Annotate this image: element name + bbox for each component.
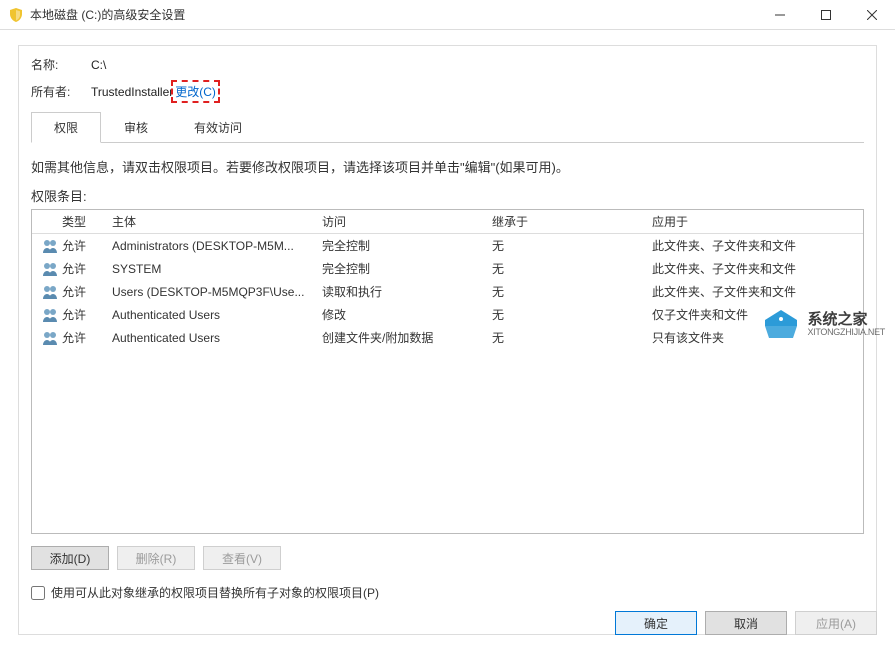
cell-applies-to: 此文件夹、子文件夹和文件 <box>652 260 857 277</box>
replace-child-permissions-checkbox[interactable]: 使用可从此对象继承的权限项目替换所有子对象的权限项目(P) <box>31 584 864 601</box>
tab-effective-access[interactable]: 有效访问 <box>171 112 265 142</box>
permission-entries-list[interactable]: 类型 主体 访问 继承于 应用于 允许Administrators (DESKT… <box>31 209 864 534</box>
add-button[interactable]: 添加(D) <box>31 546 109 570</box>
tab-auditing[interactable]: 审核 <box>101 112 171 142</box>
info-text: 如需其他信息，请双击权限项目。若要修改权限项目，请选择该项目并单击"编辑"(如果… <box>31 157 864 176</box>
cell-principal: Authenticated Users <box>112 308 322 322</box>
name-label: 名称: <box>31 56 91 73</box>
change-owner-link[interactable]: 更改(C) <box>175 83 216 100</box>
maximize-button[interactable] <box>803 0 849 29</box>
table-row[interactable]: 允许Users (DESKTOP-M5MQP3F\Use...读取和执行无此文件… <box>32 280 863 303</box>
cell-principal: SYSTEM <box>112 262 322 276</box>
cell-type: 允许 <box>62 329 112 346</box>
col-inherited-from[interactable]: 继承于 <box>492 213 652 230</box>
cell-access: 修改 <box>322 306 492 323</box>
cell-type: 允许 <box>62 260 112 277</box>
cell-type: 允许 <box>62 306 112 323</box>
window-title: 本地磁盘 (C:)的高级安全设置 <box>30 6 757 23</box>
cell-access: 完全控制 <box>322 260 492 277</box>
cell-type: 允许 <box>62 283 112 300</box>
titlebar: 本地磁盘 (C:)的高级安全设置 <box>0 0 895 30</box>
tab-bar: 权限 审核 有效访问 <box>31 112 864 143</box>
permission-entries-label: 权限条目: <box>31 186 864 205</box>
col-applies-to[interactable]: 应用于 <box>652 213 857 230</box>
table-row[interactable]: 允许Authenticated Users修改无仅子文件夹和文件 <box>32 303 863 326</box>
col-principal[interactable]: 主体 <box>112 213 322 230</box>
cell-access: 读取和执行 <box>322 283 492 300</box>
remove-button: 删除(R) <box>117 546 195 570</box>
view-button: 查看(V) <box>203 546 281 570</box>
cell-inherited-from: 无 <box>492 237 652 254</box>
owner-value: TrustedInstaller <box>91 85 173 99</box>
cell-type: 允许 <box>62 237 112 254</box>
tab-permissions[interactable]: 权限 <box>31 112 101 143</box>
cancel-button[interactable]: 取消 <box>705 611 787 635</box>
replace-child-permissions-input[interactable] <box>31 586 45 600</box>
cell-principal: Users (DESKTOP-M5MQP3F\Use... <box>112 285 322 299</box>
cell-principal: Authenticated Users <box>112 331 322 345</box>
column-header-row: 类型 主体 访问 继承于 应用于 <box>32 210 863 234</box>
group-icon <box>38 330 62 346</box>
cell-principal: Administrators (DESKTOP-M5M... <box>112 239 322 253</box>
cell-applies-to: 此文件夹、子文件夹和文件 <box>652 283 857 300</box>
minimize-button[interactable] <box>757 0 803 29</box>
table-row[interactable]: 允许SYSTEM完全控制无此文件夹、子文件夹和文件 <box>32 257 863 280</box>
group-icon <box>38 261 62 277</box>
cell-inherited-from: 无 <box>492 306 652 323</box>
group-icon <box>38 284 62 300</box>
owner-label: 所有者: <box>31 83 91 100</box>
cell-applies-to: 仅子文件夹和文件 <box>652 306 857 323</box>
cell-access: 完全控制 <box>322 237 492 254</box>
cell-access: 创建文件夹/附加数据 <box>322 329 492 346</box>
checkbox-label: 使用可从此对象继承的权限项目替换所有子对象的权限项目(P) <box>51 584 379 601</box>
group-icon <box>38 238 62 254</box>
table-row[interactable]: 允许Authenticated Users创建文件夹/附加数据无只有该文件夹 <box>32 326 863 349</box>
group-icon <box>38 307 62 323</box>
name-value: C:\ <box>91 58 106 72</box>
cell-applies-to: 只有该文件夹 <box>652 329 857 346</box>
apply-button: 应用(A) <box>795 611 877 635</box>
cell-inherited-from: 无 <box>492 329 652 346</box>
col-access[interactable]: 访问 <box>322 213 492 230</box>
cell-inherited-from: 无 <box>492 260 652 277</box>
col-type[interactable]: 类型 <box>62 213 112 230</box>
cell-inherited-from: 无 <box>492 283 652 300</box>
table-row[interactable]: 允许Administrators (DESKTOP-M5M...完全控制无此文件… <box>32 234 863 257</box>
security-shield-icon <box>8 7 24 23</box>
close-button[interactable] <box>849 0 895 29</box>
ok-button[interactable]: 确定 <box>615 611 697 635</box>
cell-applies-to: 此文件夹、子文件夹和文件 <box>652 237 857 254</box>
